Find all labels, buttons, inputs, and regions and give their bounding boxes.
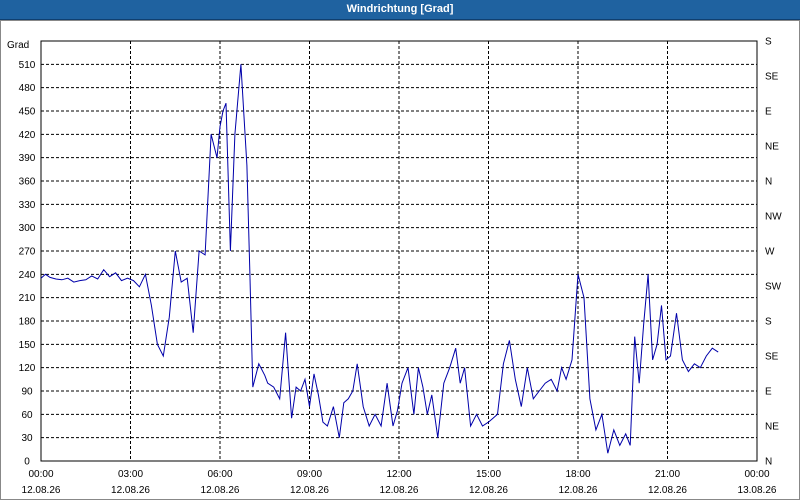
right-tick-label: N xyxy=(765,177,772,188)
right-tick-label: S xyxy=(765,37,772,48)
y-tick-label: 390 xyxy=(19,153,36,164)
x-tick-date: 12.08.26 xyxy=(380,485,419,496)
x-tick-time: 06:00 xyxy=(207,469,232,480)
x-tick-date: 12.08.26 xyxy=(111,485,150,496)
y-tick-label: 0 xyxy=(24,457,30,468)
y-axis-label: Grad xyxy=(7,40,29,51)
right-tick-label: E xyxy=(765,107,772,118)
right-tick-label: E xyxy=(765,387,772,398)
x-tick-time: 21:00 xyxy=(655,469,680,480)
y-tick-label: 420 xyxy=(19,130,36,141)
y-tick-label: 270 xyxy=(19,247,36,258)
x-tick-time: 15:00 xyxy=(476,469,501,480)
right-tick-label: W xyxy=(765,247,775,258)
y-tick-label: 120 xyxy=(19,363,36,374)
right-tick-label: S xyxy=(765,317,772,328)
right-tick-label: SW xyxy=(765,282,782,293)
x-tick-time: 18:00 xyxy=(565,469,590,480)
right-tick-label: NE xyxy=(765,422,779,433)
right-tick-label: NW xyxy=(765,212,782,223)
y-tick-label: 60 xyxy=(21,410,33,421)
right-tick-label: N xyxy=(765,457,772,468)
right-tick-label: SE xyxy=(765,72,779,83)
x-tick-date: 12.08.26 xyxy=(290,485,329,496)
y-tick-label: 510 xyxy=(19,60,36,71)
right-tick-label: SE xyxy=(765,352,779,363)
y-tick-label: 450 xyxy=(19,107,36,118)
wind-direction-line xyxy=(40,64,719,454)
x-tick-time: 03:00 xyxy=(118,469,143,480)
x-tick-time: 00:00 xyxy=(28,469,53,480)
window-title: Windrichtung [Grad] xyxy=(0,0,800,20)
right-tick-label: NE xyxy=(765,142,779,153)
x-tick-time: 00:00 xyxy=(744,469,769,480)
x-tick-date: 12.08.26 xyxy=(559,485,598,496)
y-tick-label: 150 xyxy=(19,340,36,351)
x-tick-time: 12:00 xyxy=(386,469,411,480)
x-tick-date: 12.08.26 xyxy=(22,485,61,496)
y-tick-label: 360 xyxy=(19,177,36,188)
y-tick-label: 90 xyxy=(21,387,33,398)
y-tick-label: 480 xyxy=(19,83,36,94)
wind-direction-chart: 0 30 60 90 120 150 180 210 240 270 300 330 360 390 420… xyxy=(7,37,782,497)
y-tick-label: 240 xyxy=(19,270,36,281)
x-tick-date: 12.08.26 xyxy=(648,485,687,496)
x-tick-date: 12.08.26 xyxy=(201,485,240,496)
y-tick-label: 210 xyxy=(19,293,36,304)
y-tick-label: 330 xyxy=(19,200,36,211)
y-tick-label: 30 xyxy=(21,433,33,444)
y-tick-label: 180 xyxy=(19,317,36,328)
x-tick-date: 12.08.26 xyxy=(469,485,508,496)
x-tick-date: 13.08.26 xyxy=(738,485,777,496)
y-tick-label: 300 xyxy=(19,223,36,234)
x-tick-time: 09:00 xyxy=(297,469,322,480)
chart-frame: 0 30 60 90 120 150 180 210 240 270 300 330 360 390 420… xyxy=(0,20,800,500)
